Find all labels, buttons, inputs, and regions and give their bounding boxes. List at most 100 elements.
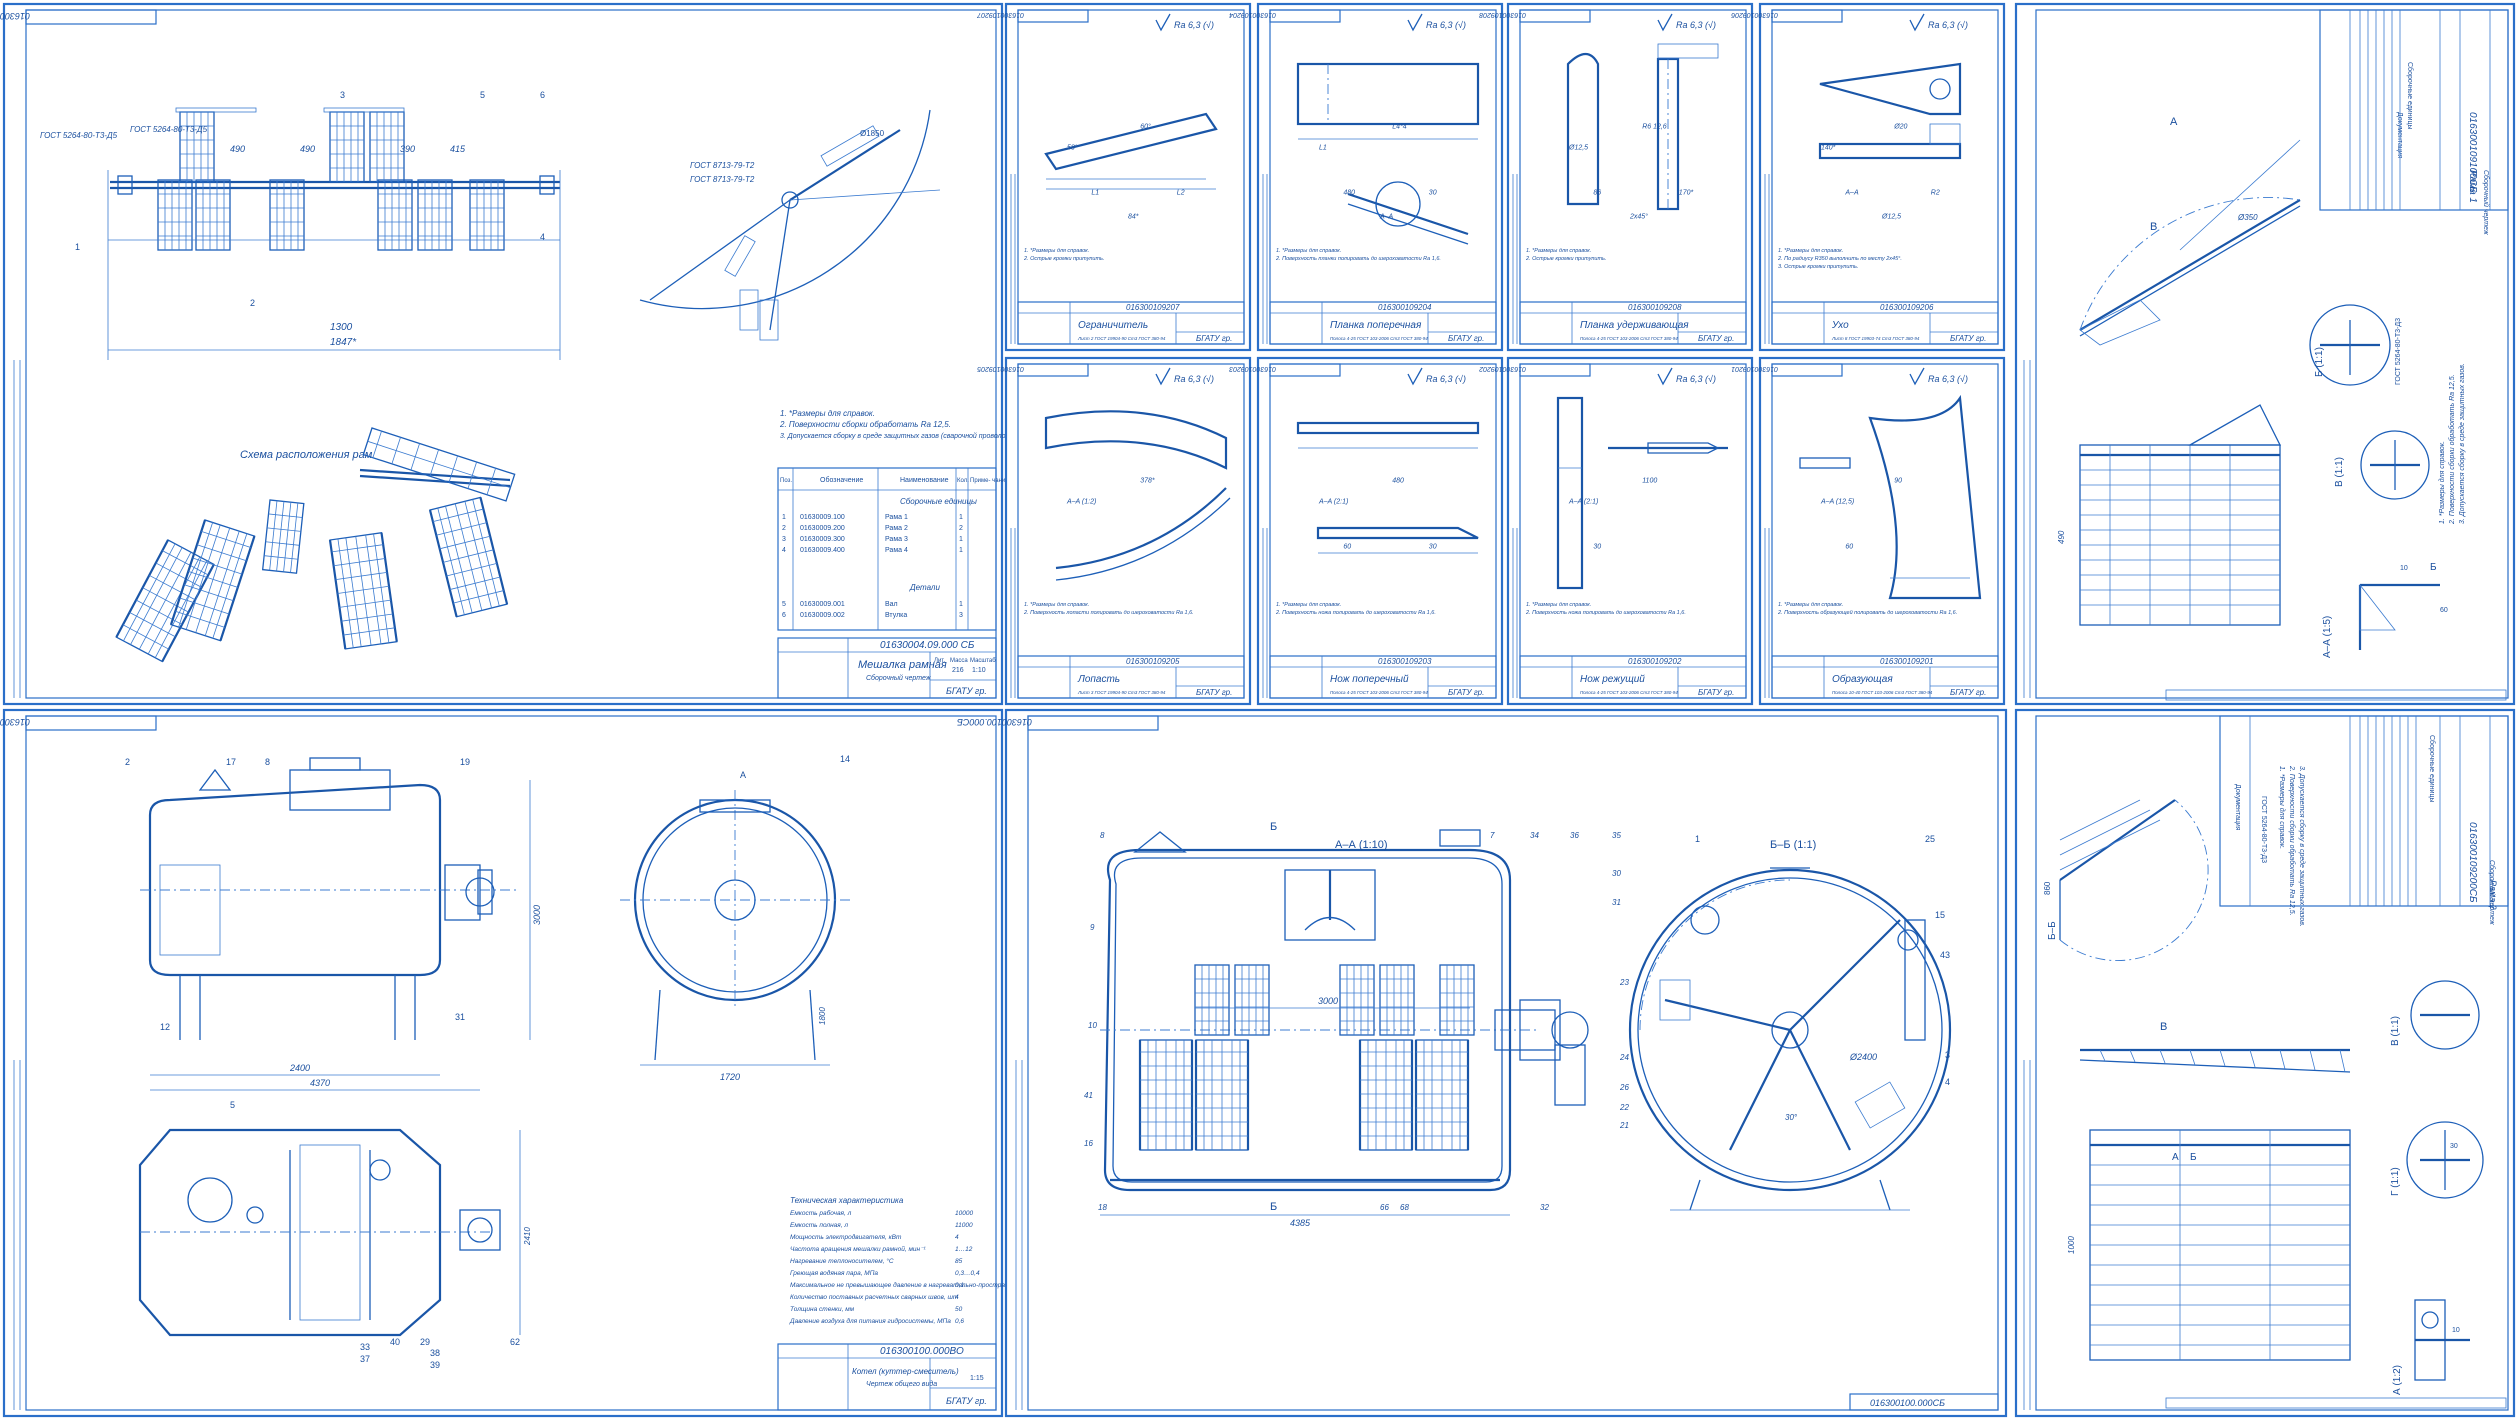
part-material: Лист 3 ГОСТ 19904-90 Ст3 ГОСТ 380-94	[1077, 690, 1166, 695]
part-note: 1. *Размеры для справок.	[1276, 248, 1341, 254]
gost-weld-4: ГОСТ 8713-79-Т2	[690, 175, 755, 184]
dim-390: 390	[400, 144, 415, 154]
part-name: Ограничитель	[1078, 320, 1148, 331]
part-dim: 58°	[1067, 143, 1078, 151]
section-callout: 35	[1612, 831, 1621, 840]
part-dim: Ø12,5	[1881, 214, 1901, 221]
svg-text:1720: 1720	[720, 1072, 740, 1082]
part-dim: L1	[1091, 189, 1099, 196]
svg-text:1: 1	[959, 601, 963, 608]
org-name: БГАТУ гр.	[946, 686, 987, 696]
svg-text:ГОСТ 5264-80-Т3-Д3: ГОСТ 5264-80-Т3-Д3	[2260, 796, 2267, 863]
svg-text:01630009.002: 01630009.002	[800, 612, 845, 619]
svg-text:ГОСТ 5264-80-Т3-Д3: ГОСТ 5264-80-Т3-Д3	[2395, 318, 2402, 385]
svg-text:3: 3	[1945, 1050, 1950, 1060]
svg-text:40: 40	[390, 1337, 400, 1347]
svg-text:62: 62	[510, 1337, 520, 1347]
part-name: Нож режущий	[1580, 674, 1645, 685]
svg-text:Масса: Масса	[950, 658, 968, 664]
svg-text:Документация: Документация	[2396, 112, 2403, 159]
part-doc: 016300109204	[1378, 303, 1432, 312]
part-note: 2. Поверхность образующей полировать до …	[1777, 609, 1957, 616]
part-doc: 016300109206	[1880, 303, 1934, 312]
part-dim: A–A (2:1)	[1318, 498, 1348, 505]
part-stamp: 016300109201	[1731, 365, 1778, 372]
svg-text:14: 14	[840, 754, 850, 764]
part-org: БГАТУ гр.	[1950, 688, 1986, 697]
svg-text:Г (1:1): Г (1:1)	[2390, 1167, 2401, 1196]
svg-text:Рама 3: Рама 3	[885, 536, 908, 543]
tech-spec-value: 4	[955, 1294, 959, 1301]
tech-spec-value: 50	[955, 1306, 963, 1313]
svg-text:01630009.200: 01630009.200	[800, 525, 845, 532]
note-2: 2. Поверхности сборки обработать Ra 12,5…	[779, 420, 951, 429]
svg-text:01630009.001: 01630009.001	[800, 601, 845, 608]
svg-text:2: 2	[959, 525, 963, 532]
drawing-subtitle: Сборочный чертеж	[866, 674, 932, 682]
svg-text:39: 39	[430, 1360, 440, 1370]
svg-text:1:10: 1:10	[972, 667, 986, 674]
part-doc: 016300109202	[1628, 657, 1682, 666]
part-stamp: 016300109206	[1731, 11, 1778, 18]
tech-spec-value: 1…12	[955, 1246, 973, 1253]
svg-text:Ø350: Ø350	[2237, 213, 2258, 222]
part-org: БГАТУ гр.	[1698, 688, 1734, 697]
dim-total: 1300	[330, 322, 353, 333]
frame1-subtitle: Сборочный чертеж	[2482, 170, 2490, 236]
tech-spec-value: 10000	[955, 1210, 973, 1217]
svg-text:60: 60	[2440, 607, 2448, 614]
part-dim: A–A	[1844, 189, 1859, 196]
tech-spec-label: Давление воздуха для питания гидросистем…	[789, 1317, 951, 1325]
part-stamp: 016300109202	[1479, 365, 1526, 372]
part-sheet: 016300109206 Ra 6,3 (√) 140* Ø20 A–A R2 Ø12,5 1…	[1731, 2, 2006, 352]
tech-spec-label: Мощность электродвигателя, кВт	[790, 1233, 902, 1241]
part-material: Полоса 4-25 ГОСТ 103-2006 Ст3 ГОСТ 380-9…	[1580, 690, 1678, 695]
svg-text:Б–Б (1:1): Б–Б (1:1)	[1770, 839, 1816, 851]
part-dim: A–A (1:2)	[1066, 498, 1096, 505]
svg-text:3000: 3000	[1318, 996, 1338, 1006]
svg-text:А: А	[740, 770, 746, 780]
part-name: Лопасть	[1077, 674, 1120, 685]
svg-text:68: 68	[1400, 1203, 1409, 1212]
part-roughness: Ra 6,3 (√)	[1174, 20, 1214, 30]
part-material: Полоса 4-25 ГОСТ 103-2006 Ст3 ГОСТ 380-9…	[1580, 336, 1678, 341]
part-stamp: 016300109208	[1479, 11, 1526, 18]
section-callout: 24	[1619, 1053, 1629, 1062]
svg-text:1000: 1000	[2067, 1236, 2076, 1254]
svg-text:Втулка: Втулка	[885, 612, 907, 619]
part-dim: 84*	[1128, 214, 1139, 221]
part-roughness: Ra 6,3 (√)	[1174, 374, 1214, 384]
part-sheet: 016300109201 Ra 6,3 (√) A–A (12,5) 90 60 1. *…	[1731, 356, 2006, 706]
part-note: 1. *Размеры для справок.	[1526, 248, 1591, 254]
sheet-frame-1: 016300109100СБ Рама 1 Сборочный чертеж С…	[2014, 2, 2516, 706]
part-note: 2. По радиусу R350 выполнить по месту 2x…	[1777, 256, 1902, 262]
part-dim: R2	[1931, 189, 1940, 196]
part-note: 2. Острые кромки притупить.	[1525, 256, 1606, 262]
part-sheet: 016300109207 Ra 6,3 (√) 58° 60° L1 L2 84* 1. *Р…	[976, 2, 1252, 352]
part-dim: A–A (2:1)	[1568, 498, 1598, 505]
dim-overall: 1847*	[330, 337, 357, 348]
svg-text:4: 4	[540, 232, 545, 242]
svg-text:Рама 4: Рама 4	[885, 547, 908, 554]
sheet-apparatus-general: 016300100.000ВО 2400 4370 3000 2 17 8 19…	[0, 708, 1042, 1418]
section-callout: 34	[1530, 831, 1539, 840]
part-name: Нож поперечный	[1330, 674, 1409, 685]
svg-text:5: 5	[480, 90, 485, 100]
part-material: Полоса 4-25 ГОСТ 103-2006 Ст3 ГОСТ 380-9…	[1330, 336, 1428, 341]
part-material: Полоса 4-25 ГОСТ 103-2006 Ст3 ГОСТ 380-9…	[1330, 690, 1428, 695]
svg-text:8: 8	[265, 757, 270, 767]
part-note: 2. Поверхность планки полировать до шеро…	[1275, 256, 1441, 262]
svg-text:2: 2	[782, 525, 786, 532]
tech-spec-label: Емкость рабочая, л	[790, 1209, 852, 1217]
svg-text:01630009.300: 01630009.300	[800, 536, 845, 543]
part-note: 2. Поверхность лопасти полировать до шер…	[1023, 610, 1194, 616]
part-note: 1. *Размеры для справок.	[1526, 602, 1591, 608]
part-stamp: 016300109203	[1229, 365, 1276, 372]
tech-spec-value: 0,6	[955, 1318, 964, 1325]
section-callout: 31	[1612, 898, 1621, 907]
dim-490a: 490	[230, 144, 245, 154]
section-callout: 9	[1090, 923, 1095, 932]
svg-text:В (1:1): В (1:1)	[2334, 457, 2345, 487]
part-doc: 016300109205	[1126, 657, 1180, 666]
tech-spec-label: Толщина стенки, мм	[790, 1306, 855, 1313]
